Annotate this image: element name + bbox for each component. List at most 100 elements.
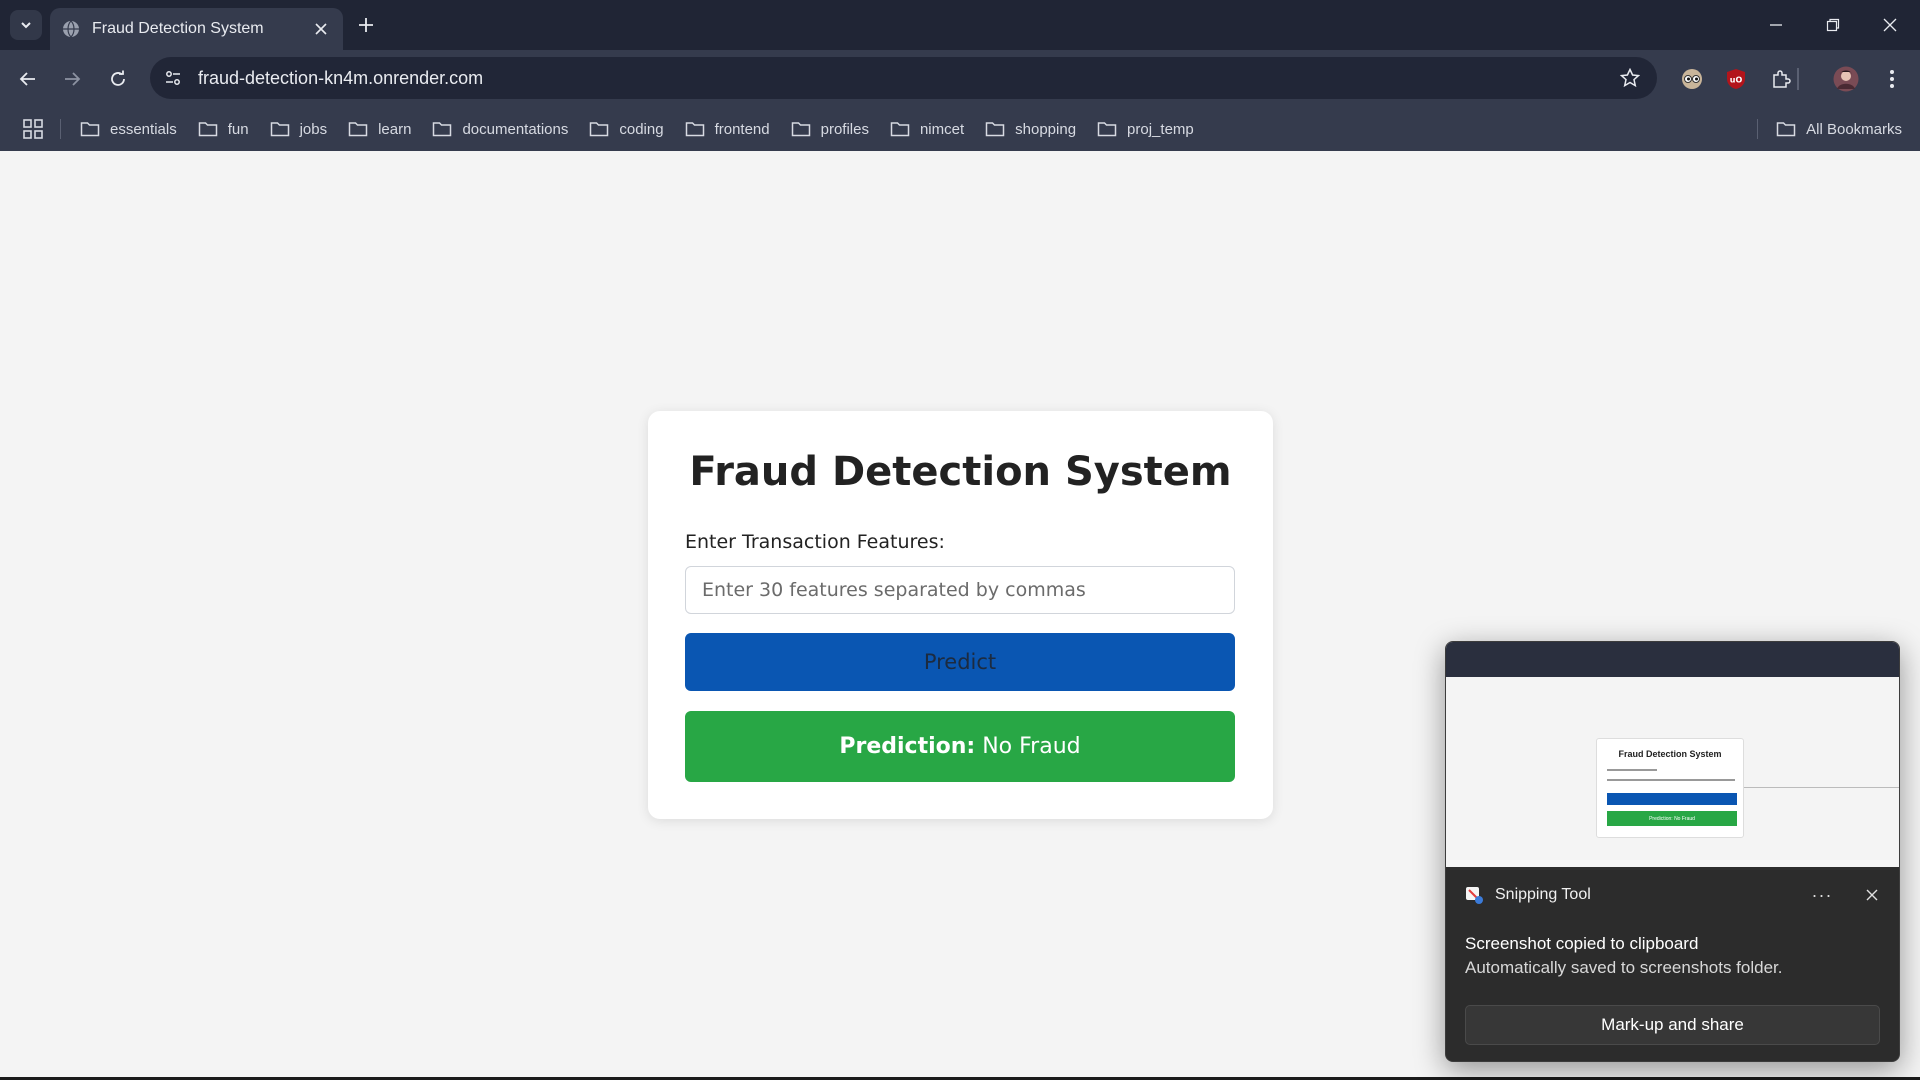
- predict-button[interactable]: Predict: [685, 633, 1235, 691]
- bookmark-folder-fun[interactable]: fun: [198, 121, 249, 138]
- screenshot-thumbnail[interactable]: Fraud Detection System Prediction: No Fr…: [1446, 642, 1899, 867]
- back-button[interactable]: [13, 64, 43, 94]
- features-label: Enter Transaction Features:: [685, 531, 945, 553]
- bookmark-label: essentials: [110, 120, 177, 138]
- toast-body: Automatically saved to screenshots folde…: [1465, 958, 1783, 977]
- bookmark-folder-documentations[interactable]: documentations: [432, 121, 568, 138]
- toast-app-name: Snipping Tool: [1495, 886, 1591, 903]
- url-text[interactable]: fraud-detection-kn4m.onrender.com: [198, 68, 1615, 89]
- minimize-button[interactable]: [1763, 12, 1789, 38]
- globe-icon: [62, 20, 80, 38]
- tab-search-button[interactable]: [10, 10, 42, 40]
- bookmark-label: frontend: [714, 120, 770, 138]
- reload-icon: [111, 70, 125, 86]
- more-options-icon[interactable]: ···: [1807, 880, 1837, 910]
- close-icon: [1883, 18, 1897, 32]
- bookmark-label: coding: [619, 120, 664, 138]
- folder-icon: [80, 122, 100, 137]
- forward-button[interactable]: [57, 64, 87, 94]
- bookmark-folder-frontend[interactable]: frontend: [685, 121, 770, 138]
- bookmark-label: documentations: [462, 120, 569, 138]
- bookmark-folder-coding[interactable]: coding: [589, 120, 664, 138]
- menu-kebab-icon[interactable]: [1877, 64, 1907, 94]
- thumbnail-browser-chrome: [1446, 642, 1899, 677]
- bookmarks-bar: essentials fun jobs learn documentations codi…: [0, 107, 1920, 151]
- svg-text:uO: uO: [1730, 76, 1743, 85]
- page-title: Fraud Detection System: [689, 449, 1232, 495]
- snipping-tool-icon: [1466, 887, 1483, 904]
- profile-avatar[interactable]: [1831, 64, 1861, 94]
- bookmark-label: proj_temp: [1127, 120, 1194, 138]
- bookmarks-divider: [60, 119, 61, 139]
- bookmark-folder-shopping[interactable]: shopping: [985, 121, 1076, 138]
- new-tab-button[interactable]: [353, 12, 379, 38]
- folder-icon: [685, 122, 704, 137]
- thumbnail-predict-button: [1607, 793, 1737, 805]
- tab-title: Fraud Detection System: [92, 20, 264, 37]
- bookmarks-divider: [1757, 119, 1758, 139]
- folder-icon: [270, 122, 289, 137]
- minimize-icon: [1770, 24, 1782, 26]
- bookmark-folder-jobs[interactable]: jobs: [270, 120, 328, 138]
- bookmark-folder-proj-temp[interactable]: proj_temp: [1097, 121, 1194, 138]
- close-icon[interactable]: [1857, 880, 1887, 910]
- bookmark-folder-essentials[interactable]: essentials: [80, 121, 177, 138]
- close-window-button[interactable]: [1877, 12, 1903, 38]
- apps-grid-icon[interactable]: [22, 118, 44, 140]
- features-input[interactable]: [685, 566, 1235, 614]
- prediction-label: Prediction:: [839, 734, 976, 759]
- folder-icon: [433, 122, 452, 137]
- toast-title: Screenshot copied to clipboard: [1465, 934, 1699, 953]
- prediction-value: No Fraud: [982, 734, 1081, 759]
- chevron-down-icon: [21, 22, 31, 29]
- thumbnail-title: Fraud Detection System: [1618, 749, 1722, 759]
- bookmark-label: profiles: [820, 120, 869, 138]
- plus-icon: [359, 18, 373, 32]
- thumbnail-label-line: [1607, 769, 1657, 771]
- thumbnail-card: Fraud Detection System Prediction: No Fr…: [1596, 738, 1744, 838]
- thumbnail-input-line: [1607, 779, 1735, 781]
- tab-active[interactable]: Fraud Detection System: [50, 8, 343, 50]
- arrow-right-icon: [65, 72, 81, 86]
- toolbar-divider: [1797, 68, 1799, 90]
- bookmark-label: shopping: [1015, 120, 1077, 138]
- tab-strip: Fraud Detection System: [0, 0, 1920, 50]
- bookmark-star-icon[interactable]: [1615, 63, 1645, 93]
- bookmark-folders: essentials fun jobs learn documentations codi…: [80, 107, 1215, 151]
- extension-eyes-icon[interactable]: [1677, 64, 1707, 94]
- bookmark-folder-nimcet[interactable]: nimcet: [890, 121, 964, 138]
- bookmark-label: learn: [378, 120, 412, 138]
- thumbnail-result: Prediction: No Fraud: [1607, 811, 1737, 826]
- all-bookmarks-button[interactable]: All Bookmarks: [1776, 107, 1902, 151]
- reload-button[interactable]: [103, 64, 133, 94]
- site-info-icon[interactable]: [154, 59, 192, 97]
- folder-icon: [198, 122, 217, 137]
- arrow-left-icon: [19, 72, 35, 86]
- snipping-tool-notification: Fraud Detection System Prediction: No Fr…: [1445, 641, 1900, 1062]
- address-bar[interactable]: fraud-detection-kn4m.onrender.com: [150, 57, 1657, 99]
- folder-icon: [985, 122, 1005, 137]
- ublock-icon[interactable]: uO: [1721, 64, 1751, 94]
- folder-icon: [791, 122, 810, 137]
- browser-toolbar: fraud-detection-kn4m.onrender.com uO: [0, 50, 1920, 107]
- all-bookmarks-label: All Bookmarks: [1806, 120, 1902, 138]
- toast-header: Snipping Tool ···: [1446, 867, 1899, 923]
- bookmark-label: nimcet: [919, 120, 965, 138]
- folder-icon: [590, 122, 609, 137]
- bookmark-folder-profiles[interactable]: profiles: [791, 121, 869, 138]
- folder-icon: [1776, 122, 1796, 137]
- fraud-detection-card: Fraud Detection System Enter Transaction…: [648, 411, 1273, 819]
- folder-icon: [890, 122, 910, 137]
- prediction-result: Prediction: No Fraud: [685, 711, 1235, 782]
- markup-and-share-button[interactable]: Mark-up and share: [1465, 1005, 1880, 1045]
- folder-icon: [1097, 122, 1117, 137]
- restore-button[interactable]: [1820, 12, 1846, 38]
- folder-icon: [348, 122, 368, 137]
- close-tab-icon[interactable]: [311, 19, 331, 39]
- bookmark-label: jobs: [299, 120, 328, 138]
- bookmark-label: fun: [227, 120, 249, 138]
- bookmark-folder-learn[interactable]: learn: [348, 121, 411, 138]
- restore-icon: [1826, 18, 1840, 32]
- thumbnail-divider: [1744, 787, 1899, 788]
- puzzle-icon[interactable]: [1766, 64, 1796, 94]
